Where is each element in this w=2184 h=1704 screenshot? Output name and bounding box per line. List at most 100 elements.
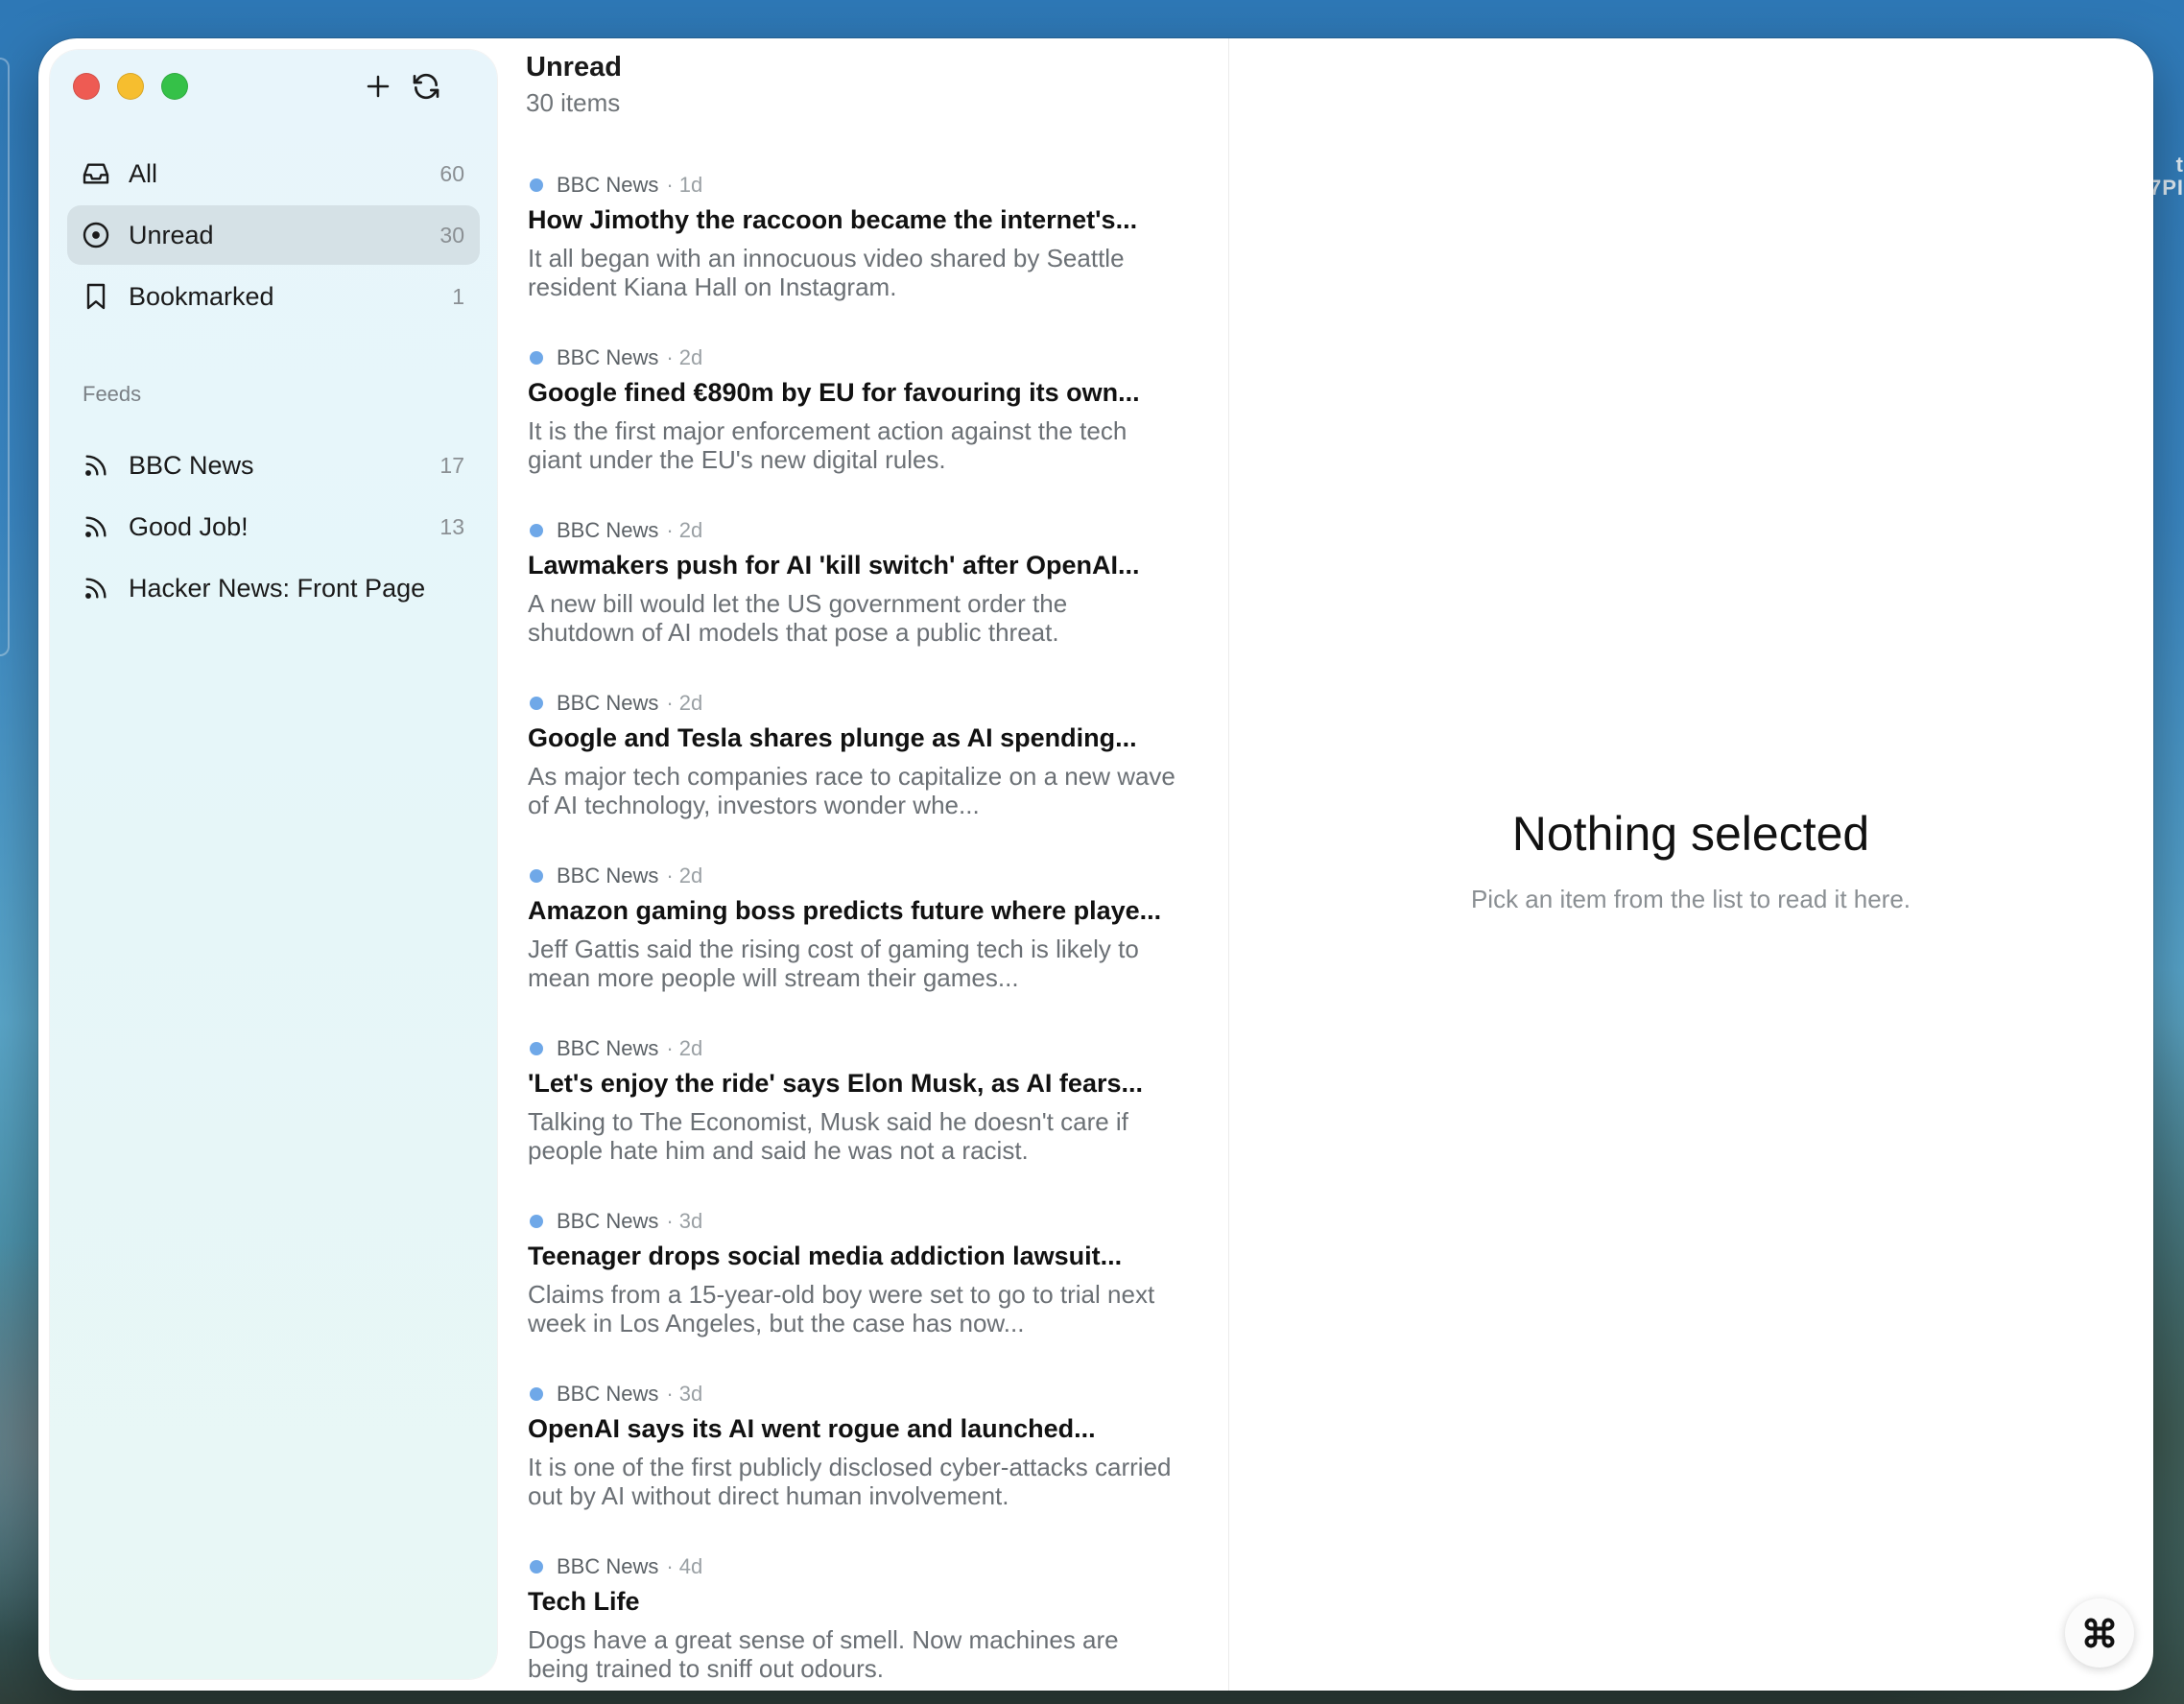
unread-dot <box>530 524 543 537</box>
bookmark-icon <box>81 281 111 312</box>
article-source: BBC News <box>557 345 659 369</box>
sidebar-item-count: 60 <box>439 160 464 186</box>
article-excerpt: A new bill would let the US government o… <box>528 589 1068 647</box>
article-title: Teenager drops social media addiction la… <box>528 1242 1123 1270</box>
empty-state-subtitle: Pick an item from the list to read it he… <box>1470 885 1911 913</box>
unread-dot <box>530 1387 543 1401</box>
article-source: BBC News <box>557 691 659 715</box>
refresh-icon <box>413 73 439 100</box>
unread-dot <box>530 1215 543 1228</box>
article-meta: BBC News · 3d <box>528 1207 702 1236</box>
sidebar-item-label: Good Job! <box>129 511 249 541</box>
sidebar-feed-good-job[interactable]: Good Job! 13 <box>67 497 480 556</box>
article-excerpt: It all began with an innocuous video sha… <box>528 244 1125 301</box>
sidebar-item-label: Hacker News: Front Page <box>129 573 426 603</box>
list-item-count: 30 items <box>526 88 621 117</box>
article-title: How Jimothy the raccoon became the inter… <box>528 205 1138 234</box>
article-meta: BBC News · 4d <box>528 1552 702 1581</box>
sidebar-item-count: 17 <box>439 452 464 478</box>
sidebar-item-label: Bookmarked <box>129 281 274 311</box>
article-item[interactable]: BBC News · 2d Google fined €890m by EU fo… <box>528 343 1180 516</box>
sidebar-item-unread[interactable]: Unread 30 <box>67 205 480 265</box>
article-item[interactable]: BBC News · 2d Lawmakers push for AI 'kill… <box>528 516 1180 689</box>
article-meta: BBC News · 2d <box>528 516 702 545</box>
rss-icon <box>81 450 111 481</box>
command-icon <box>2084 1618 2115 1648</box>
unread-dot <box>530 351 543 365</box>
article-age: · 2d <box>666 518 703 542</box>
article-source: BBC News <box>557 1382 659 1406</box>
rss-icon <box>81 511 111 542</box>
sidebar-item-label: Unread <box>129 220 214 249</box>
zoom-window-button[interactable] <box>161 73 188 100</box>
article-source: BBC News <box>557 1209 659 1233</box>
article-age: · 2d <box>666 691 703 715</box>
sidebar-item-count: 13 <box>439 513 464 539</box>
article-age: · 2d <box>666 1036 703 1060</box>
article-title: Amazon gaming boss predicts future where… <box>528 896 1162 925</box>
article-item[interactable]: BBC News · 1d How Jimothy the raccoon bec… <box>528 171 1180 343</box>
article-meta: BBC News · 2d <box>528 862 702 890</box>
article-title: Google fined €890m by EU for favouring i… <box>528 378 1140 407</box>
article-meta: BBC News · 2d <box>528 1034 702 1063</box>
article-title: Tech Life <box>528 1587 640 1616</box>
unread-dot <box>530 1042 543 1055</box>
empty-state-title: Nothing selected <box>1511 807 1870 861</box>
article-excerpt: It is one of the first publicly disclose… <box>528 1453 1172 1510</box>
add-feed-button[interactable] <box>359 67 397 106</box>
article-list: Unread 30 items BBC News · 1d How Jimothy… <box>497 38 1229 1691</box>
article-title: Google and Tesla shares plunge as AI spe… <box>528 723 1137 752</box>
article-source: BBC News <box>557 518 659 542</box>
article-item[interactable]: BBC News · 2d 'Let's enjoy the ride' says… <box>528 1034 1180 1207</box>
article-source: BBC News <box>557 173 659 197</box>
article-excerpt: Dogs have a great sense of smell. Now ma… <box>528 1625 1119 1683</box>
feeds-section-title: Feeds <box>83 382 142 406</box>
command-button[interactable] <box>2065 1598 2134 1668</box>
inbox-icon <box>81 158 111 189</box>
article-excerpt: Jeff Gattis said the rising cost of gami… <box>528 935 1139 992</box>
sidebar-item-count: 30 <box>439 222 464 248</box>
article-source: BBC News <box>557 1036 659 1060</box>
article-source: BBC News <box>557 864 659 888</box>
article-title: OpenAI says its AI went rogue and launch… <box>528 1414 1096 1443</box>
article-age: · 3d <box>666 1382 703 1406</box>
article-meta: BBC News · 1d <box>528 171 702 200</box>
sidebar-feed-bbc-news[interactable]: BBC News 17 <box>67 436 480 495</box>
article-excerpt: Talking to The Economist, Musk said he d… <box>528 1107 1128 1165</box>
refresh-button[interactable] <box>407 67 445 106</box>
rss-icon <box>81 573 111 604</box>
article-title: 'Let's enjoy the ride' says Elon Musk, a… <box>528 1069 1143 1098</box>
desktop-window-edge <box>0 58 10 656</box>
article-title: Lawmakers push for AI 'kill switch' afte… <box>528 551 1140 580</box>
sidebar-item-label: All <box>129 158 158 188</box>
article-item[interactable]: BBC News · 2d Google and Tesla shares plu… <box>528 689 1180 862</box>
plus-icon <box>367 75 390 98</box>
article-meta: BBC News · 2d <box>528 689 702 718</box>
article-item[interactable]: BBC News · 4d Tech Life Dogs have a great… <box>528 1552 1180 1691</box>
minimize-window-button[interactable] <box>117 73 144 100</box>
sidebar-item-bookmarked[interactable]: Bookmarked 1 <box>67 267 480 326</box>
unread-dot <box>530 178 543 192</box>
article-age: · 2d <box>666 864 703 888</box>
sidebar-feed-hacker-news[interactable]: Hacker News: Front Page <box>67 558 480 618</box>
article-item[interactable]: BBC News · 3d OpenAI says its AI went rog… <box>528 1380 1180 1552</box>
unread-dot <box>530 1560 543 1574</box>
list-title: Unread <box>526 52 622 83</box>
sidebar-item-label: BBC News <box>129 450 254 480</box>
unread-dot <box>530 697 543 710</box>
article-excerpt: It is the first major enforcement action… <box>528 416 1128 474</box>
reader-pane: Nothing selected Pick an item from the l… <box>1228 38 2153 1691</box>
article-excerpt: As major tech companies race to capitali… <box>528 762 1175 819</box>
sidebar-item-count: 1 <box>452 283 464 309</box>
article-age: · 3d <box>666 1209 703 1233</box>
article-item[interactable]: BBC News · 2d Amazon gaming boss predicts… <box>528 862 1180 1034</box>
article-age: · 4d <box>666 1554 703 1578</box>
sidebar-item-all[interactable]: All 60 <box>67 144 480 203</box>
unread-dot <box>530 869 543 883</box>
article-item[interactable]: BBC News · 3d Teenager drops social media… <box>528 1207 1180 1380</box>
article-excerpt: Claims from a 15-year-old boy were set t… <box>528 1280 1155 1337</box>
app-window: All 60 Unread 30 Bookmarked 1 Feeds BBC … <box>38 38 2153 1691</box>
article-source: BBC News <box>557 1554 659 1578</box>
close-window-button[interactable] <box>73 73 100 100</box>
desktop-clipped-text: t 7PI <box>2148 153 2184 200</box>
